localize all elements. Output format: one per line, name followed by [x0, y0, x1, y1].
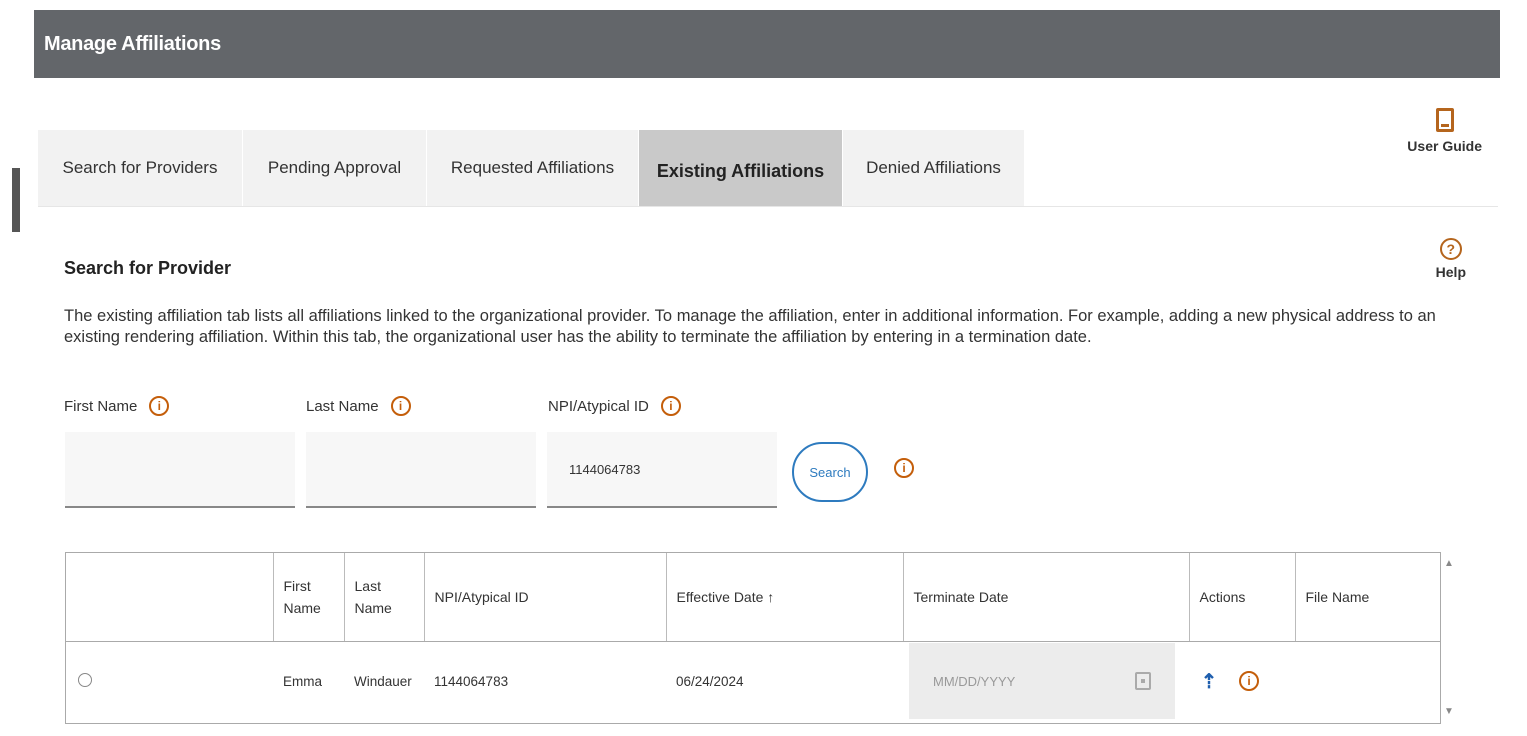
first-name-label: First Name — [64, 397, 138, 415]
section-title: Search for Provider — [64, 258, 232, 278]
file-name-column-header: File Name — [1295, 553, 1440, 642]
user-guide-link[interactable]: User Guide — [1407, 108, 1482, 154]
npi-input[interactable]: 1144064783 — [547, 432, 777, 508]
search-button[interactable]: Search — [792, 442, 868, 502]
row-select-radio[interactable] — [78, 672, 92, 687]
first-name-column-header: First Name — [273, 553, 345, 642]
affiliation-tabs: Search for Providers Pending Approval Re… — [38, 130, 1025, 206]
last-name-input[interactable] — [306, 432, 536, 508]
left-edge-strip — [0, 0, 34, 736]
terminate-date-input[interactable]: MM/DD/YYYY — [909, 643, 1175, 720]
info-icon[interactable]: i — [390, 396, 411, 416]
table-header-row: First Name Last Name NPI/Atypical ID Eff… — [66, 553, 1440, 642]
npi-label: NPI/Atypical ID — [548, 397, 649, 415]
terminate-date-placeholder: MM/DD/YYYY — [933, 673, 1016, 689]
scroll-up-arrow-icon[interactable]: ▲ — [1444, 558, 1454, 569]
page-title: Manage Affiliations — [44, 32, 221, 55]
section-description: The existing affiliation tab lists all a… — [64, 307, 1436, 346]
help-label: Help — [1435, 264, 1466, 280]
select-cell — [66, 641, 273, 721]
table-row: Emma Windauer 1144064783 06/24/2024 MM/D… — [66, 641, 1440, 721]
effective-date-column-header[interactable]: Effective Date ↑ — [666, 553, 904, 642]
book-icon — [1435, 108, 1454, 132]
terminate-date-cell: MM/DD/YYYY — [903, 641, 1189, 721]
tabs-divider — [38, 206, 1498, 207]
npi-column-header: NPI/Atypical ID — [424, 553, 667, 642]
question-circle-icon: ? — [1439, 238, 1462, 260]
calendar-icon[interactable] — [1135, 672, 1151, 691]
info-icon[interactable]: i — [660, 396, 681, 416]
first-name-label-row: First Name i — [64, 396, 170, 416]
info-icon[interactable]: i — [1239, 671, 1259, 692]
terminate-date-column-header: Terminate Date — [903, 553, 1190, 642]
info-icon[interactable]: i — [149, 396, 170, 416]
actions-column-header: Actions — [1189, 553, 1296, 642]
help-link[interactable]: ? Help — [1436, 238, 1466, 280]
user-guide-label: User Guide — [1407, 138, 1482, 154]
npi-label-row: NPI/Atypical ID i — [548, 396, 681, 416]
tab-denied-affiliations[interactable]: Denied Affiliations — [843, 130, 1025, 206]
last-name-column-header: Last Name — [344, 553, 425, 642]
tab-requested-affiliations[interactable]: Requested Affiliations — [427, 130, 639, 206]
tab-existing-affiliations[interactable]: Existing Affiliations — [639, 130, 843, 206]
last-name-label-row: Last Name i — [306, 396, 411, 416]
file-name-cell — [1295, 641, 1440, 721]
scroll-down-arrow-icon[interactable]: ▼ — [1444, 706, 1454, 717]
panel-header: Manage Affiliations — [34, 10, 1500, 78]
manage-affiliations-panel: Manage Affiliations User Guide Search fo… — [34, 10, 1500, 736]
last-name-label: Last Name — [306, 397, 379, 415]
affiliations-table: First Name Last Name NPI/Atypical ID Eff… — [65, 552, 1441, 724]
npi-cell: 1144064783 — [434, 673, 509, 689]
tab-search-for-providers[interactable]: Search for Providers — [38, 130, 243, 206]
actions-cell: ⇡ i — [1189, 641, 1295, 721]
info-icon[interactable]: i — [894, 458, 914, 478]
first-name-input[interactable] — [65, 432, 295, 508]
tab-pending-approval[interactable]: Pending Approval — [243, 130, 427, 206]
left-edge-marker — [12, 168, 20, 232]
last-name-cell: Windauer — [354, 673, 412, 689]
upload-icon[interactable]: ⇡ — [1199, 669, 1219, 694]
effective-date-cell: 06/24/2024 — [676, 673, 744, 689]
select-column-header — [66, 553, 274, 642]
first-name-cell: Emma — [283, 673, 323, 689]
